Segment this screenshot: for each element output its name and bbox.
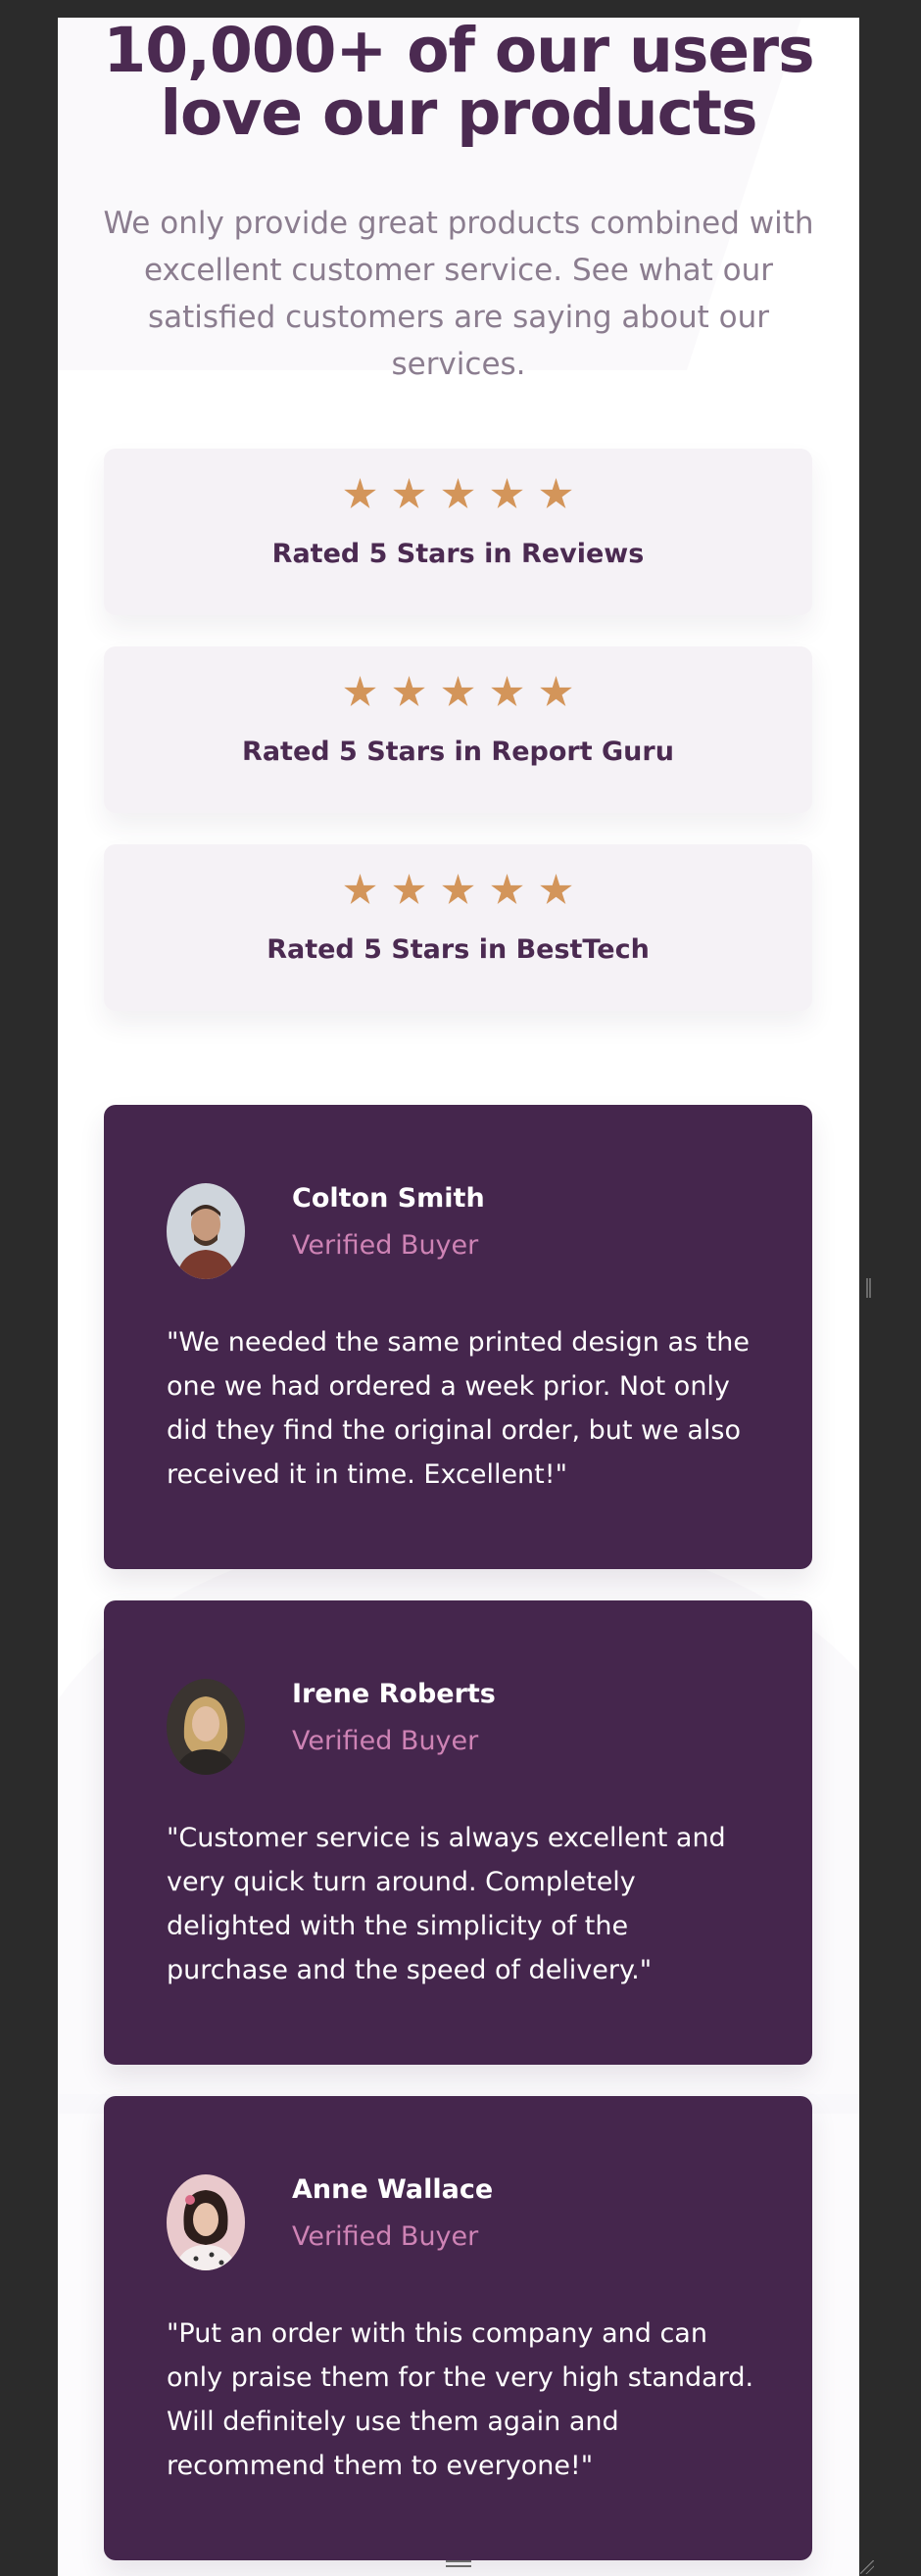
star-icon <box>491 676 523 706</box>
page-viewport: 10,000+ of our users love our products W… <box>58 18 859 2576</box>
testimonial-quote: "Customer service is always excellent an… <box>167 1823 726 1985</box>
reviewer-role: Verified Buyer <box>292 1726 479 1756</box>
avatar <box>167 1183 245 1279</box>
reviewer-role: Verified Buyer <box>292 2221 479 2252</box>
reviewer-name: Irene Roberts <box>292 1679 496 1709</box>
splitter-handle[interactable] <box>866 1278 871 1298</box>
reviewer-role: Verified Buyer <box>292 1230 479 1261</box>
rating-card-reviews: Rated 5 Stars in Reviews <box>104 449 812 615</box>
star-icon <box>344 874 376 904</box>
star-icon <box>393 874 425 904</box>
star-rating <box>104 676 812 713</box>
testimonial-card-irene: Irene Roberts Verified Buyer "Customer s… <box>104 1600 812 2065</box>
star-icon <box>344 676 376 706</box>
star-icon <box>540 478 572 508</box>
star-icon <box>393 676 425 706</box>
star-icon <box>442 478 474 508</box>
star-icon <box>393 478 425 508</box>
star-rating <box>104 478 812 515</box>
testimonial-card-colton: Colton Smith Verified Buyer "We needed t… <box>104 1105 812 1569</box>
rating-label: Rated 5 Stars in BestTech <box>267 934 650 965</box>
resize-grip-icon[interactable] <box>860 2560 874 2574</box>
reviewer-name: Colton Smith <box>292 1183 485 1214</box>
bottom-resize-handle[interactable] <box>446 2560 471 2567</box>
testimonial-card-anne: Anne Wallace Verified Buyer "Put an orde… <box>104 2096 812 2560</box>
star-icon <box>442 874 474 904</box>
testimonial-quote: "We needed the same printed design as th… <box>167 1327 750 1490</box>
testimonial-quote: "Put an order with this company and can … <box>167 2318 754 2481</box>
star-icon <box>491 478 523 508</box>
star-rating <box>104 874 812 911</box>
star-icon <box>442 676 474 706</box>
star-icon <box>540 676 572 706</box>
star-icon <box>344 478 376 508</box>
rating-label: Rated 5 Stars in Reviews <box>271 539 645 569</box>
avatar <box>167 2174 245 2270</box>
rating-card-besttech: Rated 5 Stars in BestTech <box>104 844 812 1011</box>
star-icon <box>491 874 523 904</box>
rating-label: Rated 5 Stars in Report Guru <box>242 737 674 767</box>
avatar <box>167 1679 245 1775</box>
page-subtitle: We only provide great products combined … <box>103 206 814 382</box>
rating-card-report-guru: Rated 5 Stars in Report Guru <box>104 646 812 813</box>
reviewer-name: Anne Wallace <box>292 2174 494 2205</box>
page-title: 10,000+ of our users love our products <box>103 18 814 149</box>
star-icon <box>540 874 572 904</box>
